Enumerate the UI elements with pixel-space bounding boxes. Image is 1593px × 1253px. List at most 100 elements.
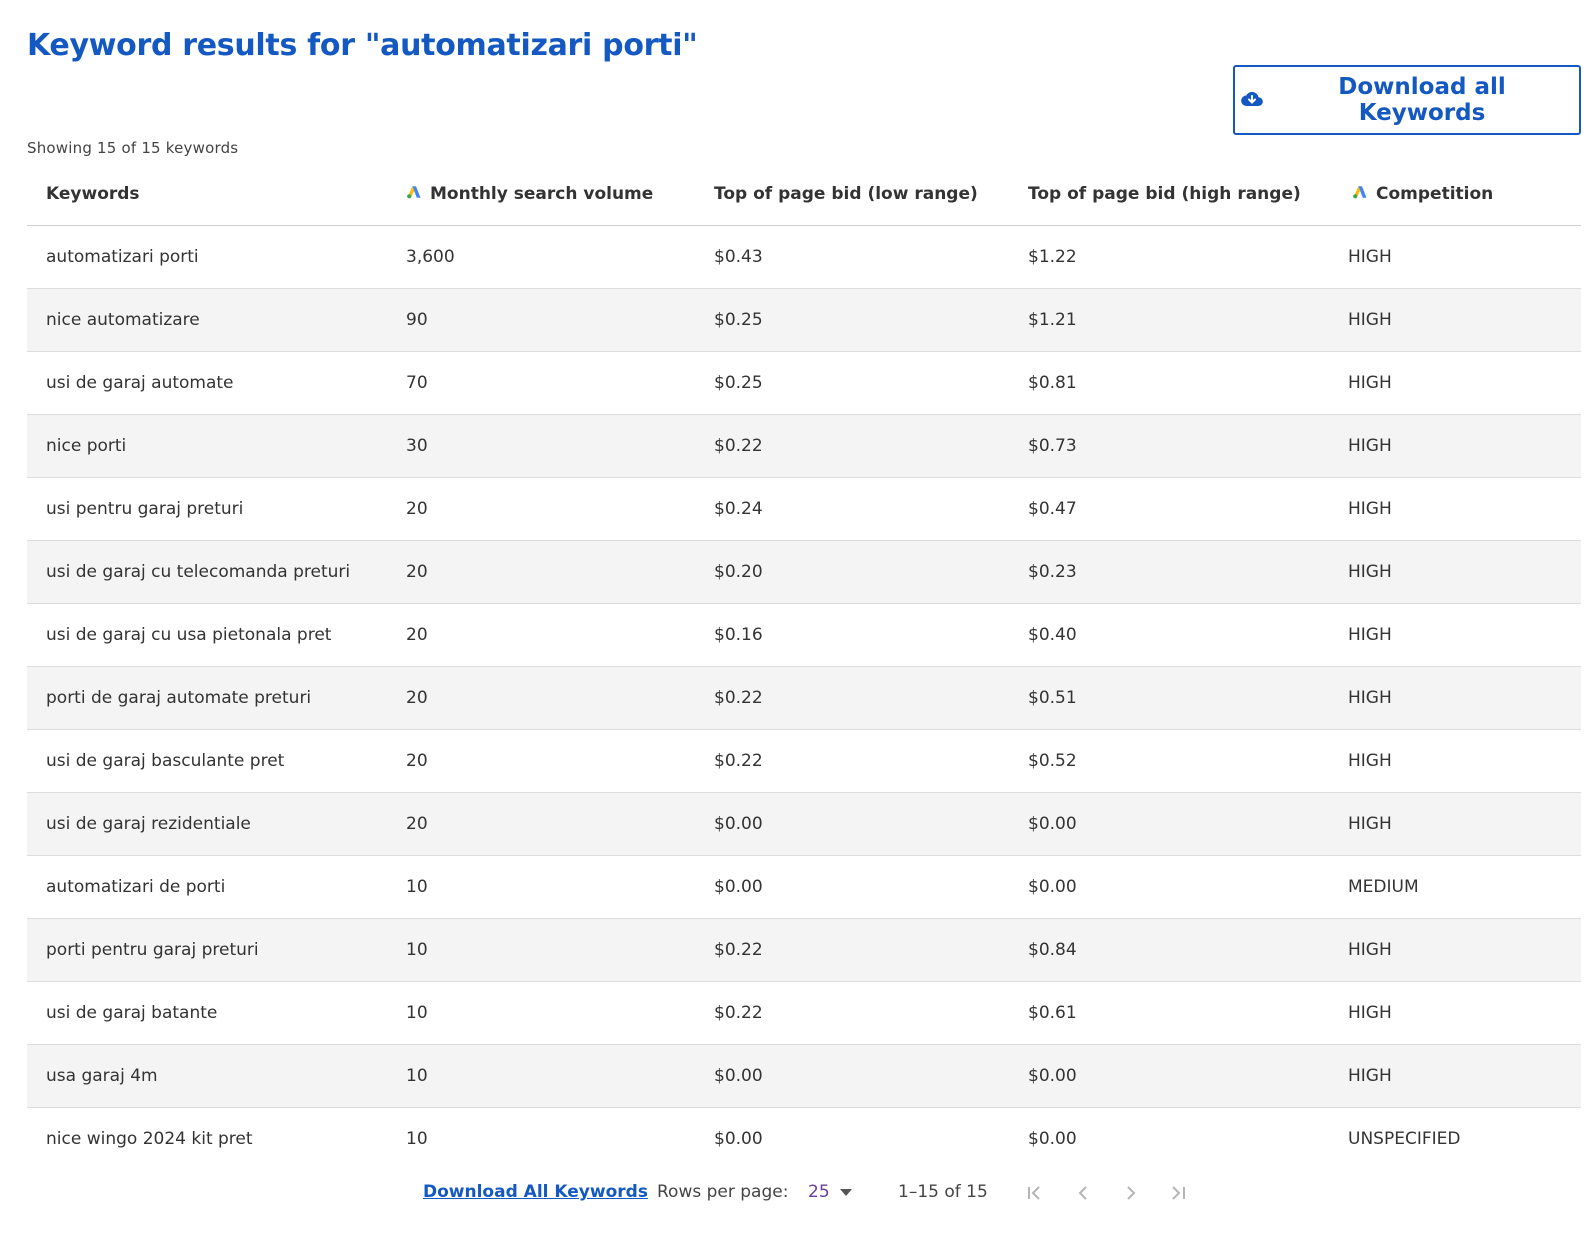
column-header-bid-low[interactable]: Top of page bid (low range) bbox=[714, 162, 1028, 226]
table-row: usi de garaj automate 70 $0.25 $0.81 HIGH bbox=[27, 351, 1581, 415]
competition-cell: HIGH bbox=[1348, 603, 1581, 667]
bid-high-cell: $0.00 bbox=[1028, 855, 1348, 919]
next-page-button[interactable] bbox=[1114, 1176, 1148, 1210]
competition-cell: HIGH bbox=[1348, 981, 1581, 1045]
last-page-button[interactable] bbox=[1161, 1176, 1195, 1210]
bid-high-cell: $0.84 bbox=[1028, 918, 1348, 982]
keyword-cell: porti pentru garaj preturi bbox=[27, 918, 406, 982]
bid-high-cell: $0.00 bbox=[1028, 792, 1348, 856]
bid-high-cell: $0.61 bbox=[1028, 981, 1348, 1045]
table-row: usi de garaj cu usa pietonala pret 20 $0.1… bbox=[27, 603, 1581, 667]
bid-low-cell: $0.24 bbox=[714, 477, 1028, 541]
table-row: usa garaj 4m 10 $0.00 $0.00 HIGH bbox=[27, 1044, 1581, 1108]
first-page-button[interactable] bbox=[1018, 1176, 1052, 1210]
bid-low-cell: $0.00 bbox=[714, 855, 1028, 919]
bid-high-cell: $0.00 bbox=[1028, 1129, 1077, 1149]
chevron-left-icon bbox=[1078, 1186, 1087, 1200]
search-volume-cell: 10 bbox=[406, 1129, 428, 1149]
table-footer: Download All Keywords Rows per page: 25 … bbox=[0, 1176, 1593, 1210]
search-volume-cell: 3,600 bbox=[406, 225, 714, 289]
competition-cell: HIGH bbox=[1348, 729, 1581, 793]
rows-per-page-select[interactable]: 25 bbox=[808, 1182, 852, 1202]
bid-low-cell: $0.00 bbox=[714, 1129, 763, 1149]
keyword-cell: automatizari porti bbox=[27, 225, 406, 289]
keyword-cell: nice wingo 2024 kit pret bbox=[46, 1129, 253, 1149]
search-volume-cell: 30 bbox=[406, 414, 714, 478]
search-volume-cell: 10 bbox=[406, 981, 714, 1045]
last-page-icon bbox=[1172, 1186, 1185, 1200]
bid-high-cell: $0.51 bbox=[1028, 666, 1348, 730]
competition-cell: HIGH bbox=[1348, 792, 1581, 856]
search-volume-cell: 70 bbox=[406, 351, 714, 415]
column-header-monthly-search-volume[interactable]: Monthly search volume bbox=[406, 162, 714, 226]
keywords-table: Keywords Monthly search volume Top of pa… bbox=[27, 162, 1581, 1170]
chevron-right-icon bbox=[1127, 1186, 1136, 1200]
bid-high-cell: $1.22 bbox=[1028, 225, 1348, 289]
search-volume-cell: 10 bbox=[406, 855, 714, 919]
keyword-cell: porti de garaj automate preturi bbox=[27, 666, 406, 730]
table-row: usi de garaj rezidentiale 20 $0.00 $0.00 HIG… bbox=[27, 792, 1581, 856]
keyword-cell: usa garaj 4m bbox=[27, 1044, 406, 1108]
bid-high-cell: $0.47 bbox=[1028, 477, 1348, 541]
bid-high-cell: $0.00 bbox=[1028, 1044, 1348, 1108]
competition-cell: HIGH bbox=[1348, 351, 1581, 415]
bid-high-cell: $0.81 bbox=[1028, 351, 1348, 415]
keyword-cell: nice porti bbox=[27, 414, 406, 478]
bid-low-cell: $0.22 bbox=[714, 918, 1028, 982]
download-all-keywords-button[interactable]: Download all Keywords bbox=[1233, 65, 1581, 135]
first-page-icon bbox=[1028, 1186, 1040, 1200]
search-volume-cell: 10 bbox=[406, 918, 714, 982]
bid-high-cell: $0.23 bbox=[1028, 540, 1348, 604]
cloud-download-icon bbox=[1241, 87, 1271, 113]
competition-cell: HIGH bbox=[1348, 666, 1581, 730]
bid-low-cell: $0.22 bbox=[714, 729, 1028, 793]
bid-high-cell: $0.73 bbox=[1028, 414, 1348, 478]
page-title: Keyword results for "automatizari porti" bbox=[27, 28, 698, 63]
keyword-results-page: Keyword results for "automatizari porti"… bbox=[0, 0, 1593, 1253]
table-row: porti pentru garaj preturi 10 $0.22 $0.84 HI… bbox=[27, 918, 1581, 982]
search-volume-cell: 20 bbox=[406, 603, 714, 667]
search-volume-cell: 20 bbox=[406, 477, 714, 541]
search-volume-cell: 90 bbox=[406, 288, 714, 352]
competition-cell: HIGH bbox=[1348, 540, 1581, 604]
download-all-keywords-label: Download all Keywords bbox=[1338, 74, 1506, 126]
bid-low-cell: $0.25 bbox=[714, 351, 1028, 415]
competition-cell: UNSPECIFIED bbox=[1348, 1129, 1461, 1149]
keyword-cell: usi de garaj rezidentiale bbox=[27, 792, 406, 856]
search-volume-cell: 20 bbox=[406, 792, 714, 856]
search-volume-cell: 20 bbox=[406, 666, 714, 730]
keyword-cell: usi pentru garaj preturi bbox=[27, 477, 406, 541]
column-header-bid-high[interactable]: Top of page bid (high range) bbox=[1028, 162, 1348, 226]
bid-low-cell: $0.16 bbox=[714, 603, 1028, 667]
search-volume-cell: 20 bbox=[406, 729, 714, 793]
keyword-cell: usi de garaj cu telecomanda preturi bbox=[27, 540, 406, 604]
google-ads-icon bbox=[406, 184, 422, 204]
bid-low-cell: $0.22 bbox=[714, 414, 1028, 478]
column-header-keywords[interactable]: Keywords bbox=[27, 162, 406, 226]
competition-cell: HIGH bbox=[1348, 1044, 1581, 1108]
bid-low-cell: $0.20 bbox=[714, 540, 1028, 604]
search-volume-cell: 10 bbox=[406, 1044, 714, 1108]
keyword-cell: nice automatizare bbox=[27, 288, 406, 352]
caret-down-icon bbox=[839, 1188, 852, 1196]
previous-page-button[interactable] bbox=[1066, 1176, 1100, 1210]
search-volume-cell: 20 bbox=[406, 540, 714, 604]
bid-low-cell: $0.22 bbox=[714, 666, 1028, 730]
competition-cell: HIGH bbox=[1348, 288, 1581, 352]
competition-cell: MEDIUM bbox=[1348, 855, 1581, 919]
rows-per-page-value: 25 bbox=[808, 1182, 830, 1202]
column-header-competition[interactable]: Competition bbox=[1348, 162, 1581, 226]
bid-low-cell: $0.00 bbox=[714, 792, 1028, 856]
download-all-keywords-link[interactable]: Download All Keywords bbox=[423, 1182, 648, 1202]
bid-low-cell: $0.25 bbox=[714, 288, 1028, 352]
keyword-cell: usi de garaj cu usa pietonala pret bbox=[27, 603, 406, 667]
table-row: nice porti 30 $0.22 $0.73 HIGH bbox=[27, 414, 1581, 478]
competition-cell: HIGH bbox=[1348, 477, 1581, 541]
bid-low-cell: $0.00 bbox=[714, 1044, 1028, 1108]
keyword-cell: usi de garaj batante bbox=[27, 981, 406, 1045]
rows-per-page-label: Rows per page: bbox=[657, 1182, 789, 1202]
keyword-cell: usi de garaj automate bbox=[27, 351, 406, 415]
table-row: porti de garaj automate preturi 20 $0.22 $0… bbox=[27, 666, 1581, 730]
competition-cell: HIGH bbox=[1348, 225, 1581, 289]
keyword-cell: automatizari de porti bbox=[27, 855, 406, 919]
